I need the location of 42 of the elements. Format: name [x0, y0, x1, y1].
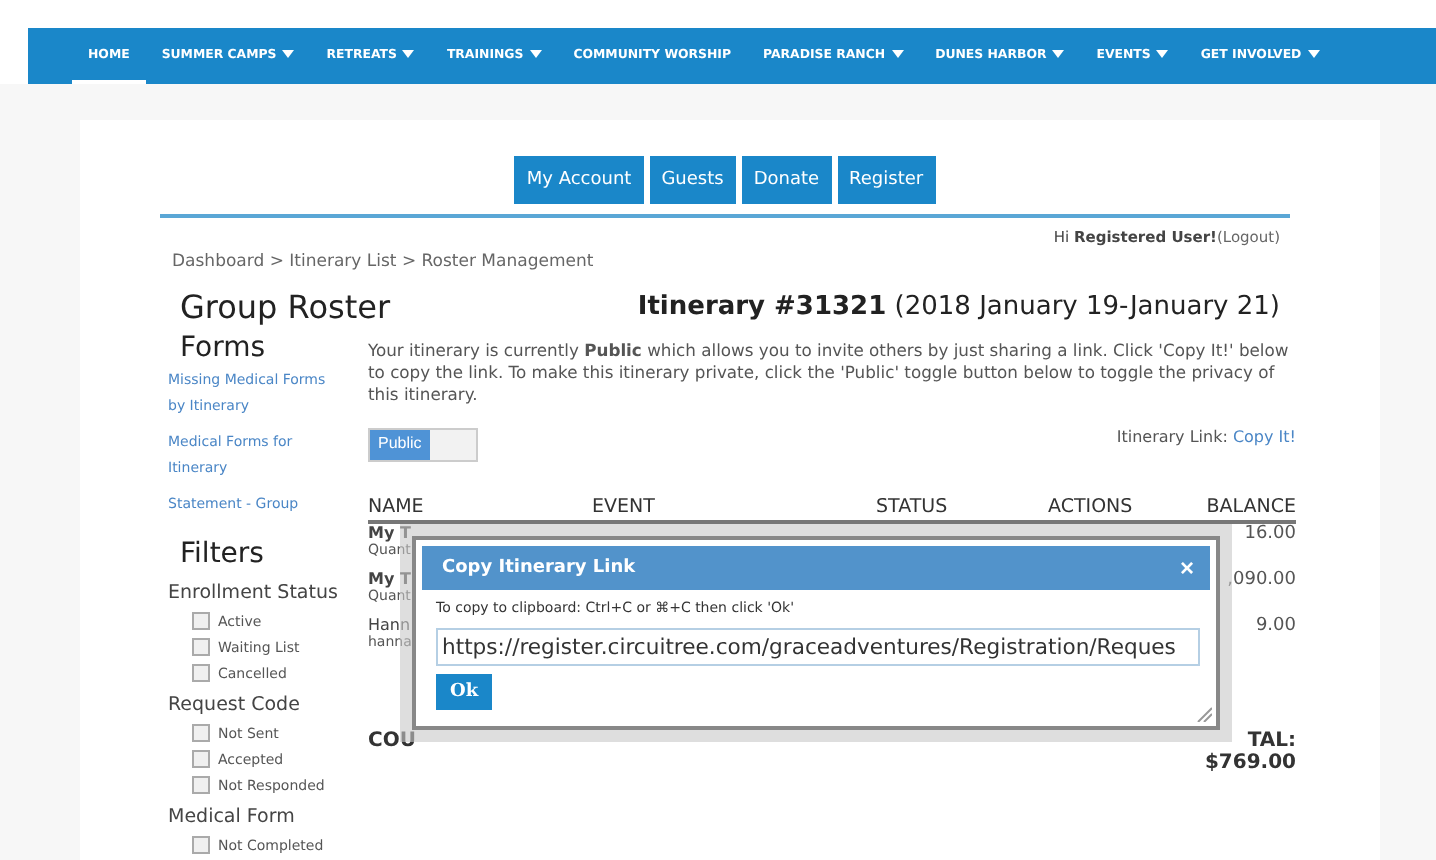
column-header: ACTIONS [1048, 496, 1135, 518]
page-title: Group Roster [180, 288, 391, 328]
table-cell-text: ,090.00 [1227, 570, 1296, 594]
checkbox[interactable] [192, 638, 210, 656]
itinerary-heading: Itinerary #31321 (2018 January 19-January 21) [637, 290, 1280, 326]
privacy-toggle[interactable]: Public [368, 428, 478, 462]
breadcrumb: Dashboard > Itinerary List > Roster Management [172, 252, 596, 272]
table-cell-text: COU [368, 730, 416, 756]
checkbox[interactable] [192, 836, 210, 854]
filter-group-title: Request Code [168, 694, 302, 716]
column-header: NAME [368, 496, 426, 518]
checkbox[interactable] [192, 664, 210, 682]
itinerary-link-label: Itinerary Link: [1116, 428, 1228, 446]
total-value: $769.00 [1204, 752, 1296, 774]
account-button[interactable]: Donate [741, 156, 832, 204]
column-header: BALANCE [1204, 496, 1296, 518]
dialog-title: Copy Itinerary Link [442, 558, 636, 578]
forms-heading: Forms [180, 332, 268, 364]
column-header: EVENT [592, 496, 657, 518]
filter-group-title: Enrollment Status [168, 582, 340, 604]
checkbox[interactable] [192, 724, 210, 742]
checkbox[interactable] [192, 776, 210, 794]
url-field[interactable]: https://register.circuitree.com/graceadventures/Registration/Reques [436, 628, 1200, 666]
table-cell: Hann [368, 616, 412, 634]
total-label: TAL: [1247, 730, 1296, 752]
table-cell-text: 9.00 [1255, 616, 1296, 640]
account-button[interactable]: Guests [649, 156, 736, 204]
filter-group-title: Medical Form [168, 806, 297, 828]
notice-text: Your itinerary is currently Public which allows you to invite others by just sharing a link. Click 'Copy It!' below to copy the link. To make this itinerary private, click the 'Public' toggle button below to toggle the privacy of this itinerary. [368, 340, 1291, 406]
filters-heading: Filters [180, 538, 266, 570]
close-button[interactable]: × [1179, 554, 1194, 582]
checkbox[interactable] [192, 612, 210, 630]
table-cell: My T [368, 524, 411, 542]
account-button[interactable]: Register [837, 156, 936, 204]
table-cell: My T [368, 570, 411, 588]
checkbox[interactable] [192, 750, 210, 768]
column-header: STATUS [876, 496, 950, 518]
copy-link[interactable]: Copy It! [1232, 428, 1296, 446]
table-cell-text: 16.00 [1244, 524, 1296, 548]
resize-grip-icon[interactable] [1196, 706, 1212, 722]
account-button[interactable]: My Account [514, 156, 644, 204]
ok-button[interactable]: Ok [436, 674, 493, 710]
